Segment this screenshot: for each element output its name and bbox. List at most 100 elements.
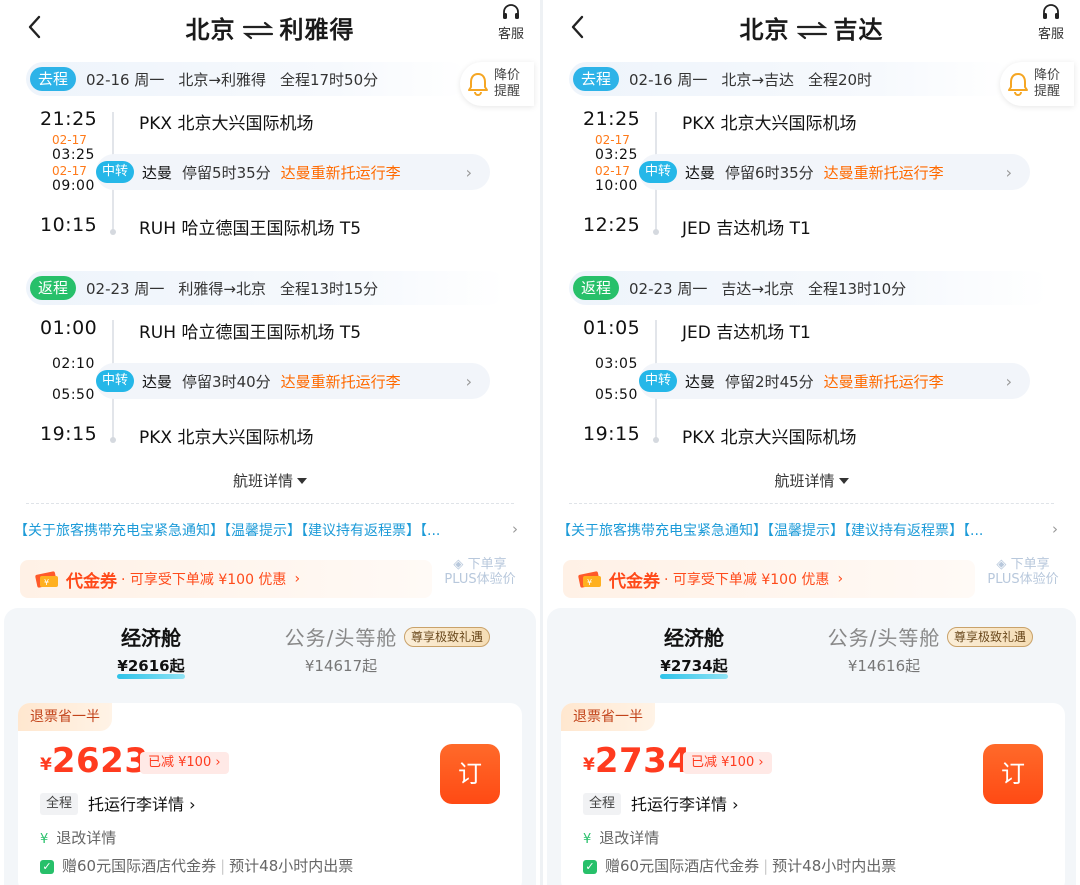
outbound-summary: 去程 02-16 周一 北京→利雅得 全程17时50分 — [26, 62, 466, 96]
plus-line2: PLUS体验价 — [444, 572, 516, 587]
book-button[interactable]: 订 — [983, 744, 1043, 804]
swap-arrows-icon[interactable] — [240, 20, 276, 40]
outbound-transfer-row[interactable]: 中转 达曼 停留5时35分 达曼重新托运行李 › — [96, 154, 490, 190]
discount-badge[interactable]: 已减 ¥100 › — [683, 752, 772, 774]
timeline-dot — [653, 229, 659, 235]
alert-label-2: 提醒 — [1034, 84, 1061, 99]
outbound-arr1-time: 03:25 — [52, 147, 95, 163]
offer-price: ¥2734 — [583, 741, 691, 781]
notice-banner[interactable]: 【关于旅客携带充电宝紧急通知】【温馨提示】【建议持有返程票】【... — [557, 520, 1054, 540]
swap-arrows-icon[interactable] — [794, 20, 830, 40]
chevron-right-icon: › — [465, 162, 472, 182]
currency-symbol: ¥ — [40, 755, 52, 775]
outbound-dep2-time: 09:00 — [52, 178, 95, 194]
outbound-transfer-row[interactable]: 中转 达曼 停留6时35分 达曼重新托运行李 › — [639, 154, 1030, 190]
coupon-banner[interactable]: ¥ 代金券 · 可享受下单减 ¥100 优惠 › — [20, 560, 432, 598]
return-tag: 返程 — [573, 276, 620, 300]
chevron-right-icon: › — [837, 571, 844, 587]
headset-icon — [503, 4, 519, 19]
ticketing-time: 预计48小时内出票 — [229, 857, 354, 875]
coupon-banner[interactable]: ¥ 代金券 · 可享受下单减 ¥100 优惠 › — [563, 560, 975, 598]
return-arr1-time: 03:05 — [595, 356, 638, 372]
coupon-name: 代金券 — [609, 571, 660, 592]
transfer-stay: 停留2时45分 — [725, 372, 814, 391]
business-price: ¥14616起 — [847, 657, 921, 675]
baggage-details-link[interactable]: 托运行李详情 › — [631, 791, 739, 815]
notice-banner[interactable]: 【关于旅客携带充电宝紧急通知】【温馨提示】【建议持有返程票】【... — [14, 520, 514, 540]
outbound-arr1-time: 03:25 — [595, 147, 638, 163]
dashed-divider — [26, 503, 514, 504]
price-alert-button[interactable]: 降价 提醒 — [460, 62, 534, 106]
timeline-dot — [653, 437, 659, 443]
chevron-right-icon: › — [294, 571, 301, 587]
price-alert-button[interactable]: 降价 提醒 — [1000, 62, 1074, 106]
outbound-duration: 全程17时50分 — [279, 70, 379, 89]
transfer-city: 达曼 — [685, 372, 716, 391]
tab-economy[interactable]: 经济舱 ¥2616起 — [96, 622, 206, 679]
ticketing-time: 预计48小时内出票 — [772, 857, 897, 875]
flight-details-label: 航班详情 — [232, 472, 293, 490]
outbound-dep-time: 21:25 — [583, 108, 641, 130]
return-route: 利雅得→北京 — [178, 279, 266, 298]
refund-details-label: 退改详情 — [56, 829, 117, 847]
book-button[interactable]: 订 — [440, 744, 500, 804]
return-arr-airport: PKX 北京大兴国际机场 — [139, 428, 314, 448]
customer-service-button[interactable]: 客服 — [1034, 4, 1068, 42]
transfer-tag: 中转 — [639, 161, 678, 183]
plus-badge-icon: ◈ — [453, 557, 464, 572]
transfer-city: 达曼 — [142, 163, 173, 182]
active-tab-underline — [660, 674, 728, 679]
flight-details-toggle[interactable]: 航班详情 — [543, 470, 1080, 491]
return-summary: 返程 02-23 周一 吉达→北京 全程13时10分 — [569, 271, 1049, 305]
customer-service-button[interactable]: 客服 — [494, 4, 528, 42]
outbound-dep-airport: PKX 北京大兴国际机场 — [139, 114, 314, 134]
plus-badge-icon: ◈ — [996, 557, 1007, 572]
dropdown-triangle-icon — [838, 478, 849, 484]
economy-label: 经济舱 — [121, 626, 181, 650]
transfer-baggage-notice: 达曼重新托运行李 — [280, 163, 401, 182]
chevron-right-icon[interactable]: › — [1052, 520, 1058, 538]
coupon-ticket-icon: ¥ — [35, 571, 58, 588]
coupon-ticket-icon: ¥ — [578, 571, 601, 588]
tab-economy[interactable]: 经济舱 ¥2734起 — [639, 622, 749, 679]
economy-price: ¥2734起 — [660, 657, 728, 675]
plus-line2: PLUS体验价 — [987, 572, 1059, 587]
currency-symbol: ¥ — [583, 755, 595, 775]
baggage-details-link[interactable]: 托运行李详情 › — [88, 791, 196, 815]
outbound-route: 北京→利雅得 — [178, 70, 266, 89]
dropdown-triangle-icon — [297, 478, 307, 484]
outbound-tag: 去程 — [30, 67, 77, 91]
refund-details-link[interactable]: ¥ 退改详情 — [40, 827, 116, 848]
transfer-stay: 停留5时35分 — [182, 163, 271, 182]
flight-details-toggle[interactable]: 航班详情 — [0, 470, 540, 491]
baggage-details-label: 托运行李详情 — [88, 795, 185, 814]
vip-badge: 尊享极致礼遇 — [404, 627, 491, 647]
refund-half-tag: 退票省一半 — [18, 703, 112, 731]
separator: | — [220, 857, 226, 875]
destination-city: 吉达 — [833, 16, 884, 44]
chevron-right-icon: › — [732, 795, 739, 814]
tab-business[interactable]: 公务/头等舱 ¥14616起 — [819, 622, 949, 676]
route-title: 北京 吉达 — [543, 10, 1080, 45]
panel-riyadh: 北京 利雅得 客服 去程 02-16 周一 北京→利雅得 全程17时50分 降价提… — [0, 0, 540, 885]
return-transfer-row[interactable]: 中转 达曼 停留2时45分 达曼重新托运行李 › — [639, 363, 1030, 399]
price-value: 2623 — [51, 741, 149, 781]
svg-text:¥: ¥ — [587, 578, 592, 587]
discount-badge[interactable]: 已减 ¥100 › — [140, 752, 229, 774]
outbound-arr1-date: 02-17 — [52, 133, 87, 147]
return-route: 吉达→北京 — [721, 279, 794, 298]
business-label: 公务/头等舱 — [284, 626, 398, 650]
hotel-voucher-label: 赠60元国际酒店代金券 — [62, 857, 217, 875]
outbound-duration: 全程20时 — [807, 70, 873, 89]
chevron-right-icon: › — [1005, 371, 1012, 391]
chevron-right-icon[interactable]: › — [512, 520, 518, 538]
refund-details-link[interactable]: ¥ 退改详情 — [583, 827, 659, 848]
return-date: 02-23 周一 — [86, 279, 165, 298]
outbound-arr-airport: JED 吉达机场 T1 — [682, 219, 811, 239]
tab-business[interactable]: 公务/头等舱 ¥14617起 — [276, 622, 406, 676]
outbound-route: 北京→吉达 — [721, 70, 794, 89]
refund-details-label: 退改详情 — [599, 829, 660, 847]
return-tag: 返程 — [30, 276, 77, 300]
return-transfer-row[interactable]: 中转 达曼 停留3时40分 达曼重新托运行李 › — [96, 363, 490, 399]
yen-icon: ¥ — [583, 832, 592, 847]
